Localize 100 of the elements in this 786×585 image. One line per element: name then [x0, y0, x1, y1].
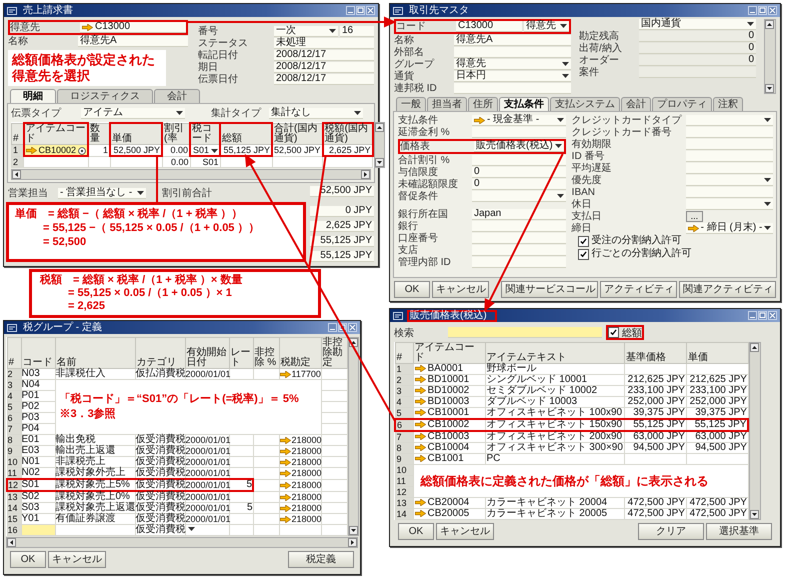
dropdown-caret-icon[interactable]	[764, 178, 772, 182]
dropdown-caret-icon[interactable]	[764, 118, 772, 122]
input-field[interactable]	[686, 151, 774, 162]
link-arrow-icon[interactable]	[414, 498, 426, 506]
column-header[interactable]: #	[12, 123, 24, 144]
dropdown-caret-icon[interactable]	[562, 62, 569, 66]
link-arrow-icon[interactable]	[414, 364, 426, 372]
dropdown-caret-icon[interactable]	[764, 226, 772, 230]
input-field[interactable]	[472, 257, 566, 268]
dropdown-caret-icon[interactable]	[764, 202, 772, 206]
scroll-right-icon[interactable]	[348, 538, 357, 547]
input-field[interactable]: 16	[340, 26, 374, 37]
close-icon[interactable]	[366, 6, 375, 15]
dropdown-field[interactable]: 日本円	[454, 71, 571, 82]
scroll-down-icon[interactable]	[374, 158, 384, 167]
link-arrow-icon[interactable]	[280, 482, 290, 490]
scroll-up-icon[interactable]	[765, 20, 774, 29]
input-field[interactable]	[472, 245, 566, 256]
link-arrow-icon[interactable]	[82, 24, 93, 30]
input-field[interactable]	[454, 47, 571, 58]
search-field[interactable]	[448, 327, 602, 338]
link-arrow-icon[interactable]	[414, 398, 426, 405]
scroll-up-icon[interactable]	[750, 343, 760, 352]
scroll-left-icon[interactable]	[7, 538, 16, 547]
close-icon[interactable]	[768, 311, 777, 320]
input-field[interactable]: 0	[639, 43, 756, 54]
input-field[interactable]: 得意先A	[78, 36, 188, 47]
dropdown-caret-icon[interactable]	[354, 110, 361, 114]
column-header[interactable]: 税コード	[190, 123, 220, 144]
link-arrow-icon[interactable]	[688, 224, 699, 232]
date-picker-button[interactable]: ...	[686, 211, 704, 222]
link-arrow-icon[interactable]	[280, 505, 290, 512]
action-button[interactable]: 関連サービスコール	[501, 281, 598, 298]
input-field[interactable]: C13000	[456, 21, 522, 32]
column-header[interactable]: 税勘定	[279, 338, 321, 368]
action-button[interactable]: 選択基準	[706, 523, 772, 540]
cancel-button[interactable]: キャンセル	[48, 551, 106, 568]
column-header[interactable]: 数量	[88, 123, 110, 144]
minimize-icon[interactable]	[748, 311, 757, 320]
dropdown-field[interactable]: 販売価格表(税込)	[474, 141, 564, 152]
link-arrow-icon[interactable]	[414, 376, 426, 383]
action-button[interactable]: 関連アクティビティ	[679, 281, 776, 298]
dropdown-field[interactable]: - 現金基準 -	[472, 115, 566, 126]
dropdown-field[interactable]: 集計なし	[269, 108, 363, 118]
tab[interactable]: 明細	[10, 89, 56, 103]
maximize-icon[interactable]	[758, 6, 767, 15]
dropdown-field[interactable]: アイテム	[81, 108, 185, 118]
dropdown-caret-icon[interactable]	[554, 144, 562, 148]
tab[interactable]: 住所	[468, 97, 498, 111]
link-arrow-icon[interactable]	[414, 510, 426, 517]
input-field[interactable]	[686, 139, 774, 150]
column-header[interactable]: アイテムテキスト	[485, 342, 624, 364]
dropdown-field[interactable]	[686, 199, 774, 210]
column-header[interactable]: 名前	[55, 338, 135, 368]
tab[interactable]: ロジスティクス	[57, 89, 153, 103]
minimize-icon[interactable]	[328, 323, 337, 332]
scroll-down-icon[interactable]	[765, 84, 774, 93]
tab[interactable]: 会計	[154, 89, 200, 103]
checkbox[interactable]	[578, 248, 589, 260]
input-field[interactable]	[454, 83, 571, 94]
cancel-button[interactable]: キャンセル	[432, 281, 490, 298]
ok-button[interactable]: OK	[398, 523, 434, 540]
column-header[interactable]: #	[7, 338, 21, 368]
column-header[interactable]: #	[395, 342, 413, 364]
link-arrow-icon[interactable]	[414, 386, 426, 394]
scrollbar[interactable]	[749, 342, 762, 520]
dropdown-field[interactable]	[472, 191, 566, 202]
dropdown-caret-icon[interactable]	[211, 148, 218, 153]
input-field[interactable]: 0 JPY	[310, 206, 374, 217]
action-button[interactable]: アクティビティ	[600, 281, 678, 298]
column-header[interactable]: コード	[21, 338, 55, 368]
input-field[interactable]	[472, 155, 566, 166]
input-field[interactable]	[686, 127, 774, 138]
dropdown-field[interactable]: 国内通貨	[639, 19, 756, 30]
link-arrow-icon[interactable]	[280, 437, 290, 444]
scroll-down-icon[interactable]	[750, 510, 760, 519]
info-circle-icon[interactable]	[78, 146, 86, 155]
input-field[interactable]: 2008/12/17	[274, 50, 374, 61]
input-field[interactable]: 未処理	[274, 38, 374, 49]
column-header[interactable]: カテゴリ	[135, 338, 185, 368]
column-header[interactable]: 合計(国内通貨)	[272, 123, 323, 144]
minimize-icon[interactable]	[346, 6, 355, 15]
input-field[interactable]: 0	[472, 179, 566, 190]
dropdown-caret-icon[interactable]	[556, 118, 564, 122]
tab[interactable]: プロパティ	[652, 97, 712, 111]
input-field[interactable]: 55,125 JPY	[310, 251, 374, 262]
link-arrow-icon[interactable]	[280, 371, 290, 378]
column-header[interactable]: 税額(国内通貨)	[322, 123, 373, 144]
input-field[interactable]	[639, 67, 756, 78]
dropdown-caret-icon[interactable]	[747, 22, 754, 26]
maximize-icon[interactable]	[758, 311, 767, 320]
input-field[interactable]: 2008/12/17	[274, 62, 374, 73]
scroll-left-icon[interactable]	[12, 170, 21, 179]
input-field[interactable]	[472, 233, 566, 244]
dropdown-caret-icon[interactable]	[176, 110, 183, 114]
link-arrow-icon[interactable]	[414, 408, 426, 416]
tax-definition-button[interactable]: 税定義	[288, 551, 354, 568]
ok-button[interactable]: OK	[394, 281, 430, 298]
scrollbar[interactable]	[374, 122, 385, 168]
input-field[interactable]: C13000	[80, 22, 186, 33]
